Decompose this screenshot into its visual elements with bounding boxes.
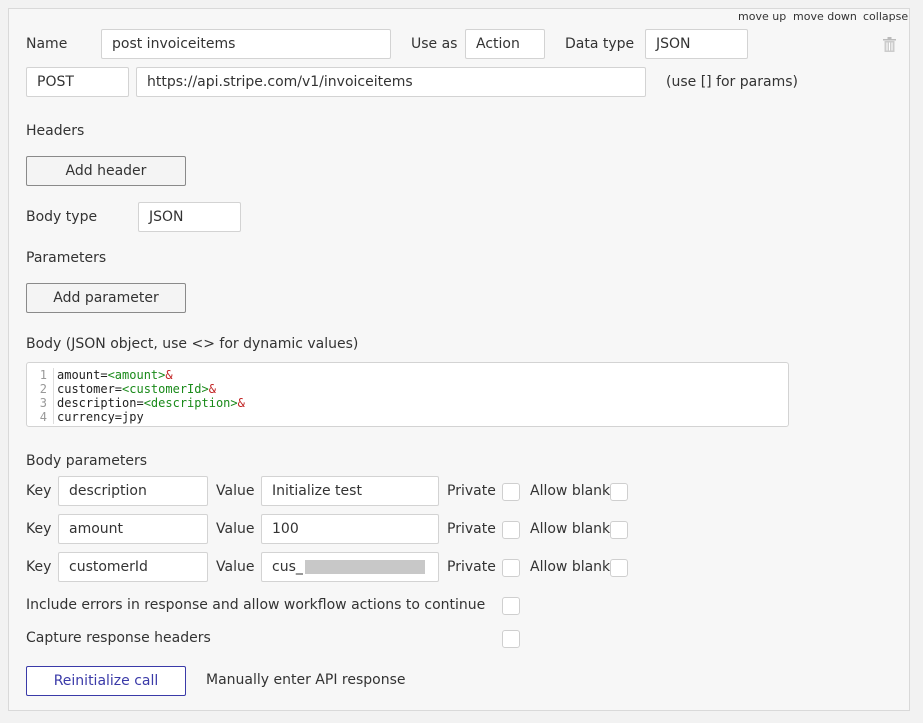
data-type-label: Data type xyxy=(565,36,635,52)
allow-blank-label: Allow blank xyxy=(530,521,611,537)
param-key-input[interactable]: customerId xyxy=(58,552,208,582)
url-input[interactable]: https://api.stripe.com/v1/invoiceitems xyxy=(136,67,646,97)
code-line: 2 customer=<customerId>& xyxy=(39,382,216,396)
value-label: Value xyxy=(216,483,255,499)
data-type-select[interactable]: JSON xyxy=(645,29,748,59)
body-type-label: Body type xyxy=(26,209,98,225)
use-as-select[interactable]: Action xyxy=(465,29,545,59)
value-label: Value xyxy=(216,521,255,537)
code-line: 3 description=<description>& xyxy=(39,396,245,410)
param-value-input[interactable]: 100 xyxy=(261,514,439,544)
body-type-select[interactable]: JSON xyxy=(138,202,241,232)
private-label: Private xyxy=(447,521,496,537)
private-label: Private xyxy=(447,483,496,499)
key-label: Key xyxy=(26,521,52,537)
body-label: Body (JSON object, use <> for dynamic va… xyxy=(26,336,359,352)
manual-response-link[interactable]: Manually enter API response xyxy=(206,672,405,688)
include-errors-label: Include errors in response and allow wor… xyxy=(26,597,486,613)
private-checkbox[interactable] xyxy=(502,559,520,577)
code-line: 1 amount=<amount>& xyxy=(39,368,173,382)
allow-blank-checkbox[interactable] xyxy=(610,521,628,539)
param-value-input[interactable]: cus_ xyxy=(261,552,439,582)
private-checkbox[interactable] xyxy=(502,483,520,501)
include-errors-checkbox[interactable] xyxy=(502,597,520,615)
key-label: Key xyxy=(26,559,52,575)
method-select[interactable]: POST xyxy=(26,67,129,97)
param-value-text: cus_ xyxy=(272,559,303,575)
private-label: Private xyxy=(447,559,496,575)
redacted-value xyxy=(304,560,425,574)
body-code-editor[interactable]: 1 amount=<amount>& 2 customer=<customerId>… xyxy=(26,362,789,427)
reinitialize-call-button[interactable]: Reinitialize call xyxy=(26,666,186,696)
name-input[interactable]: post invoiceitems xyxy=(101,29,391,59)
key-label: Key xyxy=(26,483,52,499)
use-as-label: Use as xyxy=(411,36,458,52)
allow-blank-label: Allow blank xyxy=(530,559,611,575)
body-parameters-title: Body parameters xyxy=(26,453,147,469)
private-checkbox[interactable] xyxy=(502,521,520,539)
name-label: Name xyxy=(26,36,68,52)
capture-headers-label: Capture response headers xyxy=(26,630,211,646)
move-down-link[interactable]: move down xyxy=(793,10,857,23)
trash-icon[interactable] xyxy=(883,37,896,52)
allow-blank-label: Allow blank xyxy=(530,483,611,499)
allow-blank-checkbox[interactable] xyxy=(610,559,628,577)
move-up-link[interactable]: move up xyxy=(738,10,786,23)
headers-title: Headers xyxy=(26,123,85,139)
capture-headers-checkbox[interactable] xyxy=(502,630,520,648)
url-hint: (use [] for params) xyxy=(666,74,798,90)
add-header-button[interactable]: Add header xyxy=(26,156,186,186)
param-key-input[interactable]: amount xyxy=(58,514,208,544)
code-line: 4 currency=jpy xyxy=(39,410,144,424)
parameters-title: Parameters xyxy=(26,250,107,266)
collapse-link[interactable]: collapse xyxy=(863,10,908,23)
param-value-input[interactable]: Initialize test xyxy=(261,476,439,506)
add-parameter-button[interactable]: Add parameter xyxy=(26,283,186,313)
param-key-input[interactable]: description xyxy=(58,476,208,506)
value-label: Value xyxy=(216,559,255,575)
allow-blank-checkbox[interactable] xyxy=(610,483,628,501)
